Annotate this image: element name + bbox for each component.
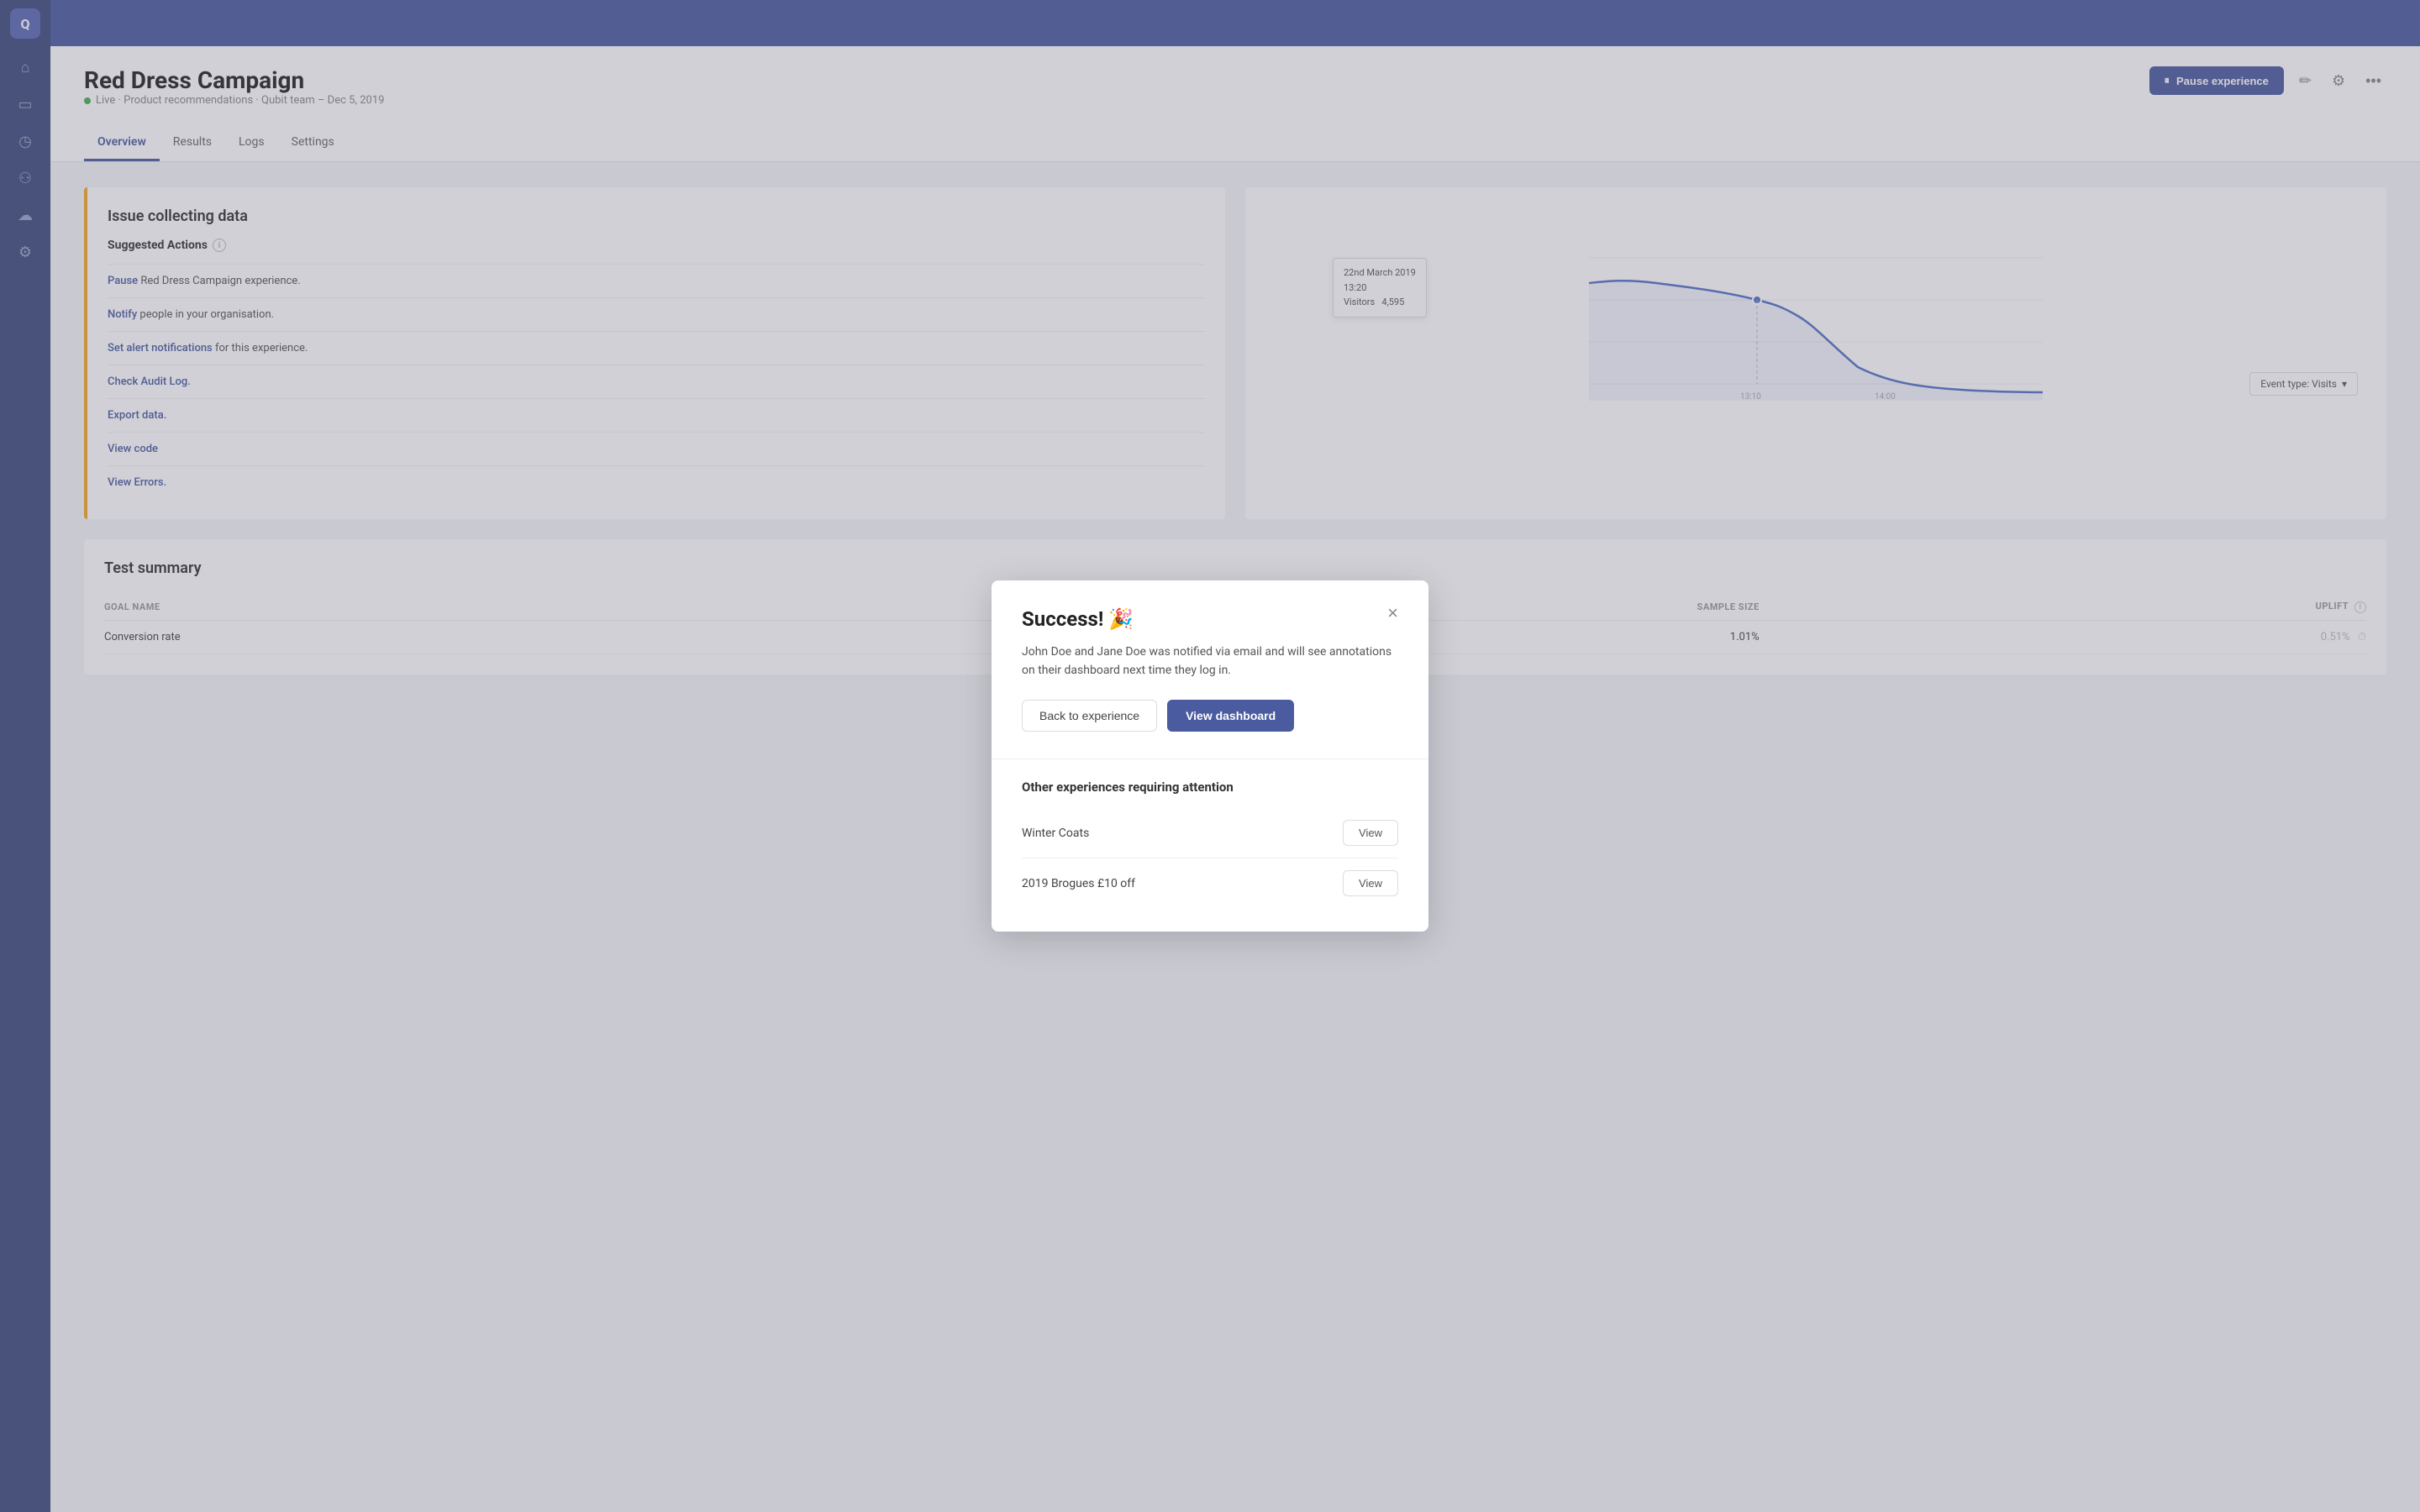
experience-row-brogues: 2019 Brogues £10 off View	[1022, 858, 1398, 908]
modal-other-experiences: Other experiences requiring attention Wi…	[992, 759, 1428, 932]
modal-message: John Doe and Jane Doe was notified via e…	[1022, 643, 1398, 680]
modal-actions: Back to experience View dashboard	[1022, 700, 1398, 735]
other-experiences-title: Other experiences requiring attention	[1022, 780, 1398, 795]
modal-body: × Success! 🎉 John Doe and Jane Doe was n…	[992, 580, 1428, 759]
view-dashboard-button[interactable]: View dashboard	[1167, 700, 1294, 732]
experience-name: Winter Coats	[1022, 827, 1089, 840]
success-modal: × Success! 🎉 John Doe and Jane Doe was n…	[992, 580, 1428, 932]
modal-close-button[interactable]: ×	[1387, 604, 1398, 622]
view-brogues-button[interactable]: View	[1343, 870, 1398, 896]
modal-title: Success! 🎉	[1022, 607, 1398, 631]
view-winter-coats-button[interactable]: View	[1343, 820, 1398, 846]
experience-name: 2019 Brogues £10 off	[1022, 877, 1135, 890]
back-to-experience-button[interactable]: Back to experience	[1022, 700, 1157, 732]
experience-row-winter-coats: Winter Coats View	[1022, 808, 1398, 858]
modal-overlay[interactable]: × Success! 🎉 John Doe and Jane Doe was n…	[0, 0, 2420, 1512]
